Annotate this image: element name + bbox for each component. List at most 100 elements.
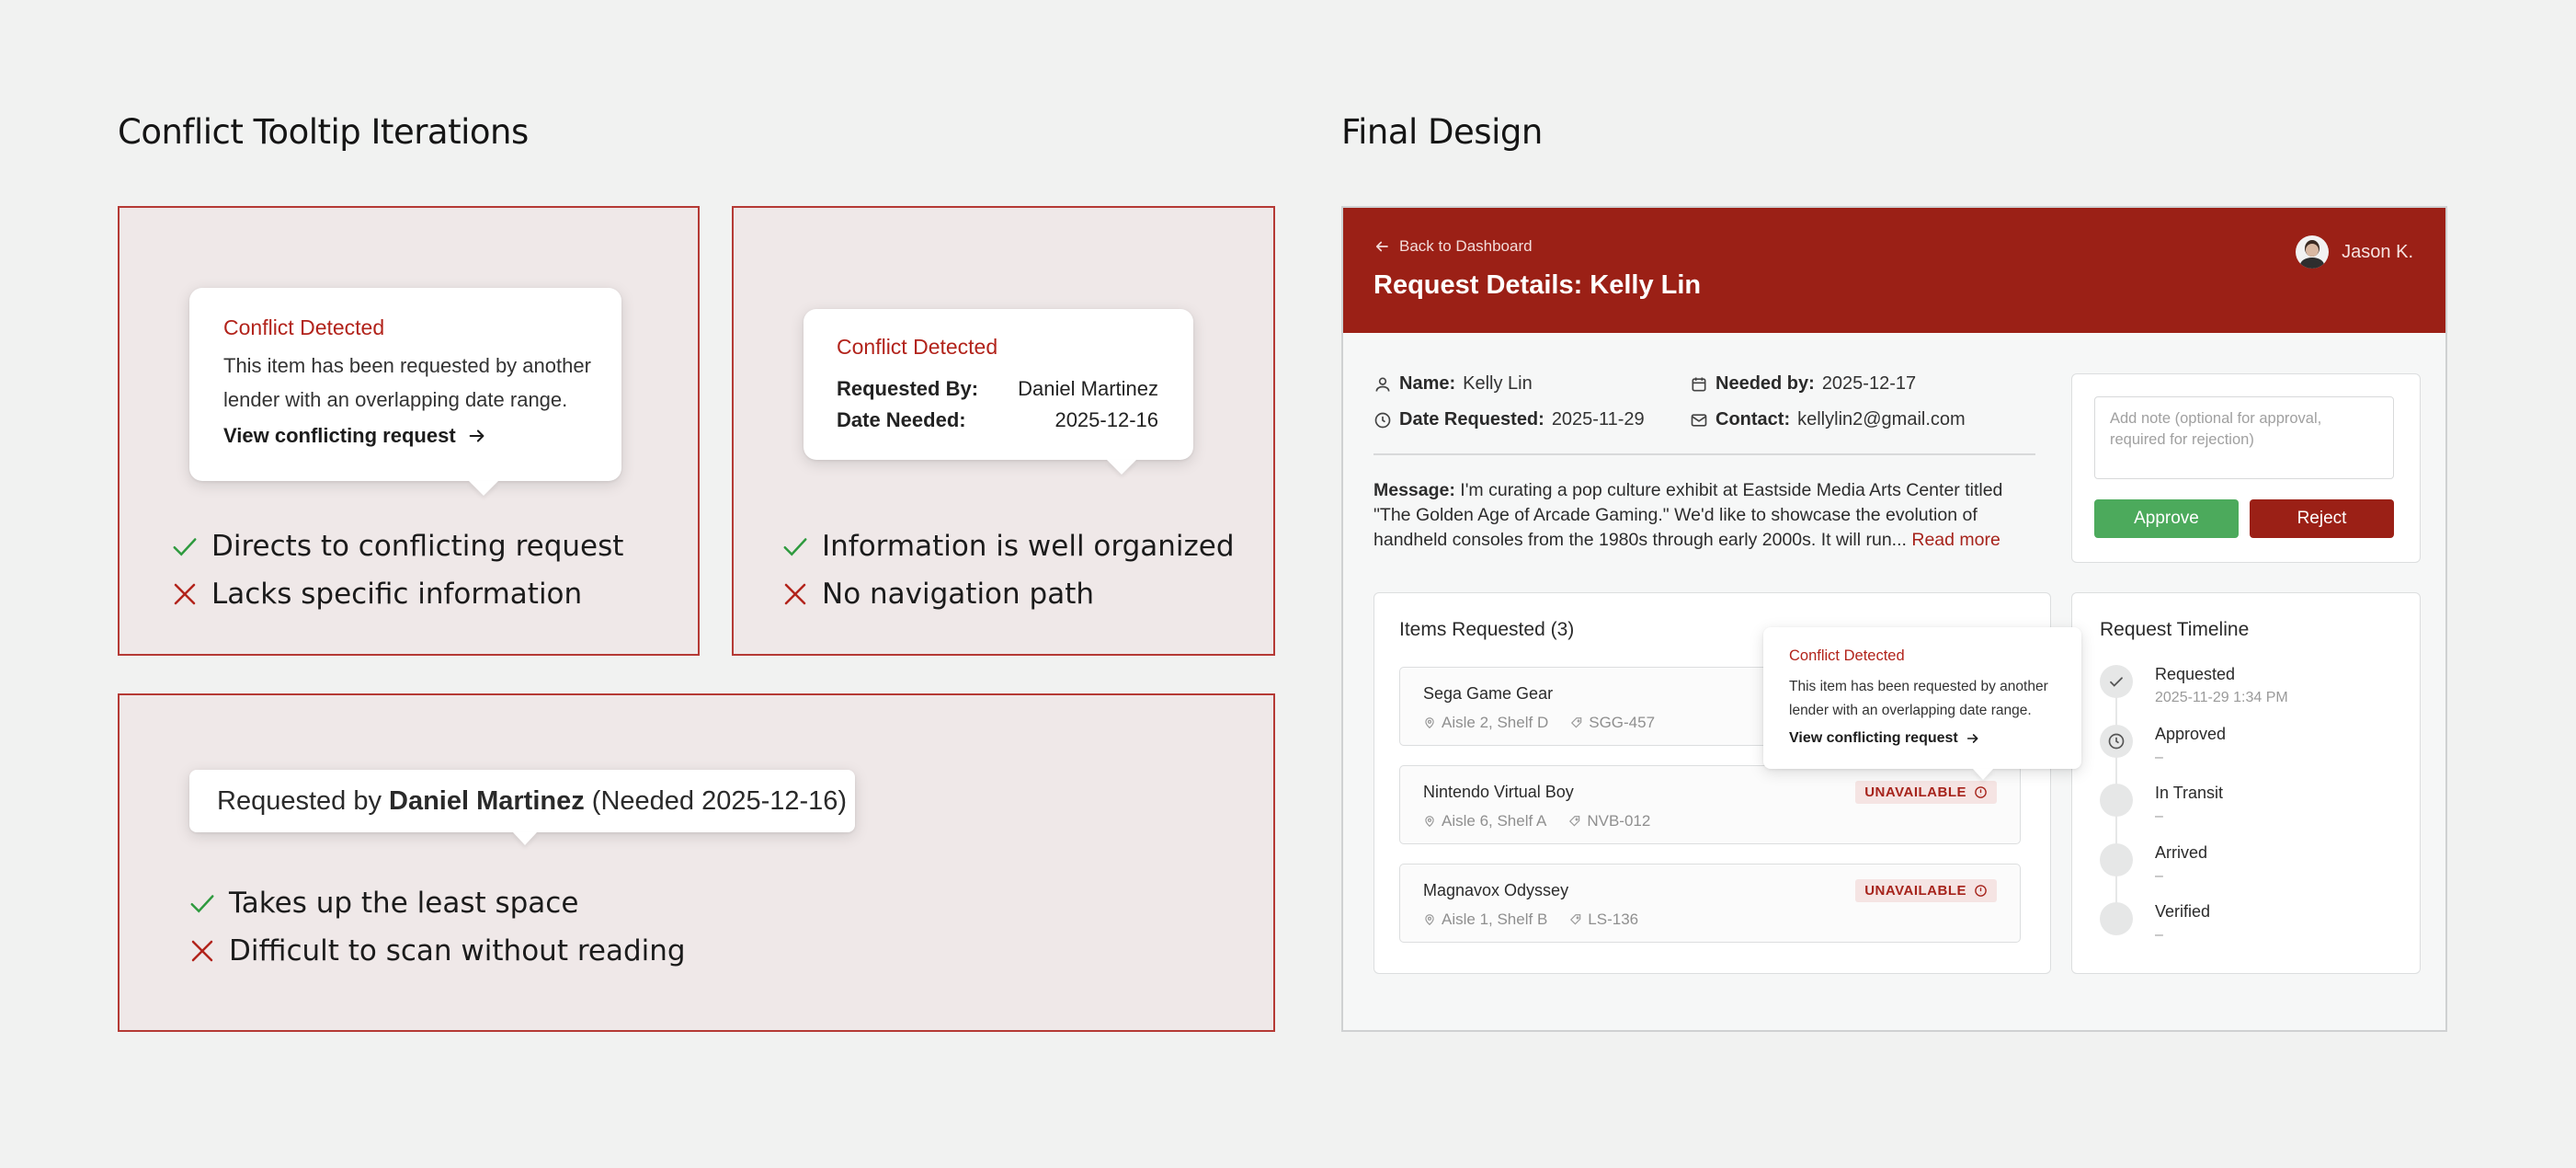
list-item[interactable]: Nintendo Virtual Boy Aisle 6, Shelf A NV… <box>1399 765 2021 844</box>
item-name: Nintendo Virtual Boy <box>1423 783 1574 801</box>
con-text: Difficult to scan without reading <box>229 934 686 968</box>
iteration-3-tooltip: Requested by Daniel Martinez (Needed 202… <box>189 770 855 845</box>
tag-icon <box>1569 816 1580 827</box>
reject-button[interactable]: Reject <box>2250 499 2394 538</box>
date-requested-field: Date Requested: 2025-11-29 <box>1373 409 1645 430</box>
arrow-left-icon <box>1375 241 1388 252</box>
details-divider <box>1373 453 2035 455</box>
user-icon <box>1375 377 1390 392</box>
iteration-3-notes: Takes up the least space Difficult to sc… <box>188 879 686 975</box>
timeline-step-verified: Verified – <box>2100 902 2210 944</box>
tooltip-tail <box>1107 460 1136 475</box>
timeline-title: Request Timeline <box>2100 619 2250 640</box>
message-line-2: "The Golden Age of Arcade Gaming." We'd … <box>1373 505 1978 525</box>
tooltip-title: Conflict Detected <box>1789 647 1905 664</box>
final-design-mockup: Back to Dashboard Request Details: Kelly… <box>1341 206 2447 1032</box>
cross-icon <box>191 940 213 962</box>
clock-icon <box>2108 733 2125 750</box>
status-label: UNAVAILABLE <box>1864 883 1966 899</box>
request-header: Back to Dashboard Request Details: Kelly… <box>1343 208 2445 333</box>
arrow-right-icon <box>469 429 484 442</box>
list-item[interactable]: Magnavox Odyssey Aisle 1, Shelf B LS-136… <box>1399 864 2021 943</box>
tooltip-body: This item has been requested by another … <box>1789 675 2048 723</box>
timeline-sub: – <box>2155 927 2163 943</box>
calendar-icon <box>1692 377 1706 391</box>
date-req-label: Date Requested: <box>1399 409 1544 429</box>
mail-icon <box>1691 413 1707 427</box>
request-timeline-card: Request Timeline Requested 2025-11-29 1:3… <box>2071 592 2421 974</box>
timeline-step-in-transit: In Transit – <box>2100 784 2223 825</box>
tooltip-title: Conflict Detected <box>837 335 998 359</box>
user-menu[interactable]: Jason K. <box>2296 235 2413 269</box>
timeline-sub: 2025-11-29 1:34 PM <box>2155 690 2288 705</box>
requested-by-value: Daniel Martinez <box>1018 377 1158 400</box>
arrow-right-icon <box>1966 734 1978 743</box>
view-conflict-link[interactable]: View conflicting request <box>223 424 487 448</box>
iteration-2-panel: Conflict Detected Requested By: Daniel M… <box>732 206 1275 656</box>
timeline-step-approved: Approved – <box>2100 725 2226 766</box>
status-label: UNAVAILABLE <box>1864 784 1966 800</box>
date-req-value: 2025-11-29 <box>1551 409 1645 429</box>
name-label: Name: <box>1399 373 1456 394</box>
item-sku: NVB-012 <box>1587 812 1651 830</box>
note-textarea[interactable]: Add note (optional for approval, require… <box>2094 396 2394 479</box>
iteration-1-panel: Conflict Detected This item has been req… <box>118 206 700 656</box>
inline-name: Daniel Martinez <box>389 785 585 816</box>
timeline-label: In Transit <box>2155 784 2224 802</box>
timeline-sub: – <box>2155 808 2163 824</box>
unavailable-badge[interactable]: UNAVAILABLE <box>1855 781 1997 804</box>
back-to-dashboard-link[interactable]: Back to Dashboard <box>1373 237 1533 256</box>
tooltip-title: Conflict Detected <box>223 315 385 339</box>
requested-by-label: Requested By: <box>837 377 979 400</box>
inline-suffix: (Needed 2025-12-16) <box>584 785 848 816</box>
check-icon <box>2110 677 2123 687</box>
iteration-2-tooltip: Conflict Detected Requested By: Daniel M… <box>804 309 1193 475</box>
view-conflict-link[interactable]: View conflicting request <box>1789 730 1980 747</box>
item-location: Aisle 6, Shelf A <box>1442 812 1547 830</box>
iterations-title: Conflict Tooltip Iterations <box>118 112 529 152</box>
items-title: Items Requested (3) <box>1399 619 1575 640</box>
check-icon <box>190 895 214 913</box>
view-conflict-label: View conflicting request <box>1789 730 1958 746</box>
contact-label: Contact: <box>1715 409 1791 429</box>
needed-label: Needed by: <box>1715 373 1815 394</box>
item-name: Magnavox Odyssey <box>1423 881 1569 899</box>
inline-prefix: Requested by <box>217 785 390 816</box>
contact-value: kellylin2@gmail.com <box>1797 409 1966 429</box>
cross-icon <box>784 583 806 605</box>
approve-button[interactable]: Approve <box>2094 499 2239 538</box>
message-line-3: handheld consoles from the 1980s through… <box>1373 530 1907 550</box>
contact-field: Contact: kellylin2@gmail.com <box>1690 409 1966 430</box>
info-icon <box>1975 786 1987 798</box>
pro-text: Takes up the least space <box>229 887 579 920</box>
read-more-link[interactable]: Read more <box>1911 530 2000 550</box>
timeline-label: Approved <box>2155 725 2227 743</box>
timeline-label: Arrived <box>2155 843 2208 862</box>
message-block: Message: I'm curating a pop culture exhi… <box>1373 478 2045 553</box>
item-sku: SGG-457 <box>1589 714 1656 731</box>
conflict-tooltip: Conflict Detected This item has been req… <box>1763 627 2081 780</box>
name-value: Kelly Lin <box>1463 373 1533 394</box>
item-location: Aisle 2, Shelf D <box>1442 714 1549 731</box>
back-label: Back to Dashboard <box>1399 237 1533 255</box>
date-needed-label: Date Needed: <box>837 408 966 431</box>
check-icon <box>173 538 197 556</box>
unavailable-badge[interactable]: UNAVAILABLE <box>1855 879 1997 902</box>
final-design-title: Final Design <box>1341 112 1543 152</box>
iteration-1-tooltip: Conflict Detected This item has been req… <box>189 288 621 496</box>
timeline-label: Requested <box>2155 665 2236 683</box>
page-title: Request Details: Kelly Lin <box>1373 270 1702 300</box>
location-pin-icon <box>1425 914 1434 926</box>
needed-value: 2025-12-17 <box>1821 373 1917 394</box>
iteration-2-notes: Information is well organized No navigat… <box>781 522 1235 618</box>
tag-icon <box>1570 914 1581 925</box>
item-location: Aisle 1, Shelf B <box>1442 910 1548 928</box>
location-pin-icon <box>1425 816 1434 828</box>
item-sku: LS-136 <box>1588 910 1639 928</box>
con-text: Lacks specific information <box>211 578 583 611</box>
timeline-step-arrived: Arrived – <box>2100 843 2207 885</box>
timeline-sub: – <box>2155 750 2163 765</box>
message-line-1: I'm curating a pop culture exhibit at Ea… <box>1454 480 2003 500</box>
item-name: Sega Game Gear <box>1423 684 1554 703</box>
iteration-1-notes: Directs to conflicting request Lacks spe… <box>171 522 623 618</box>
